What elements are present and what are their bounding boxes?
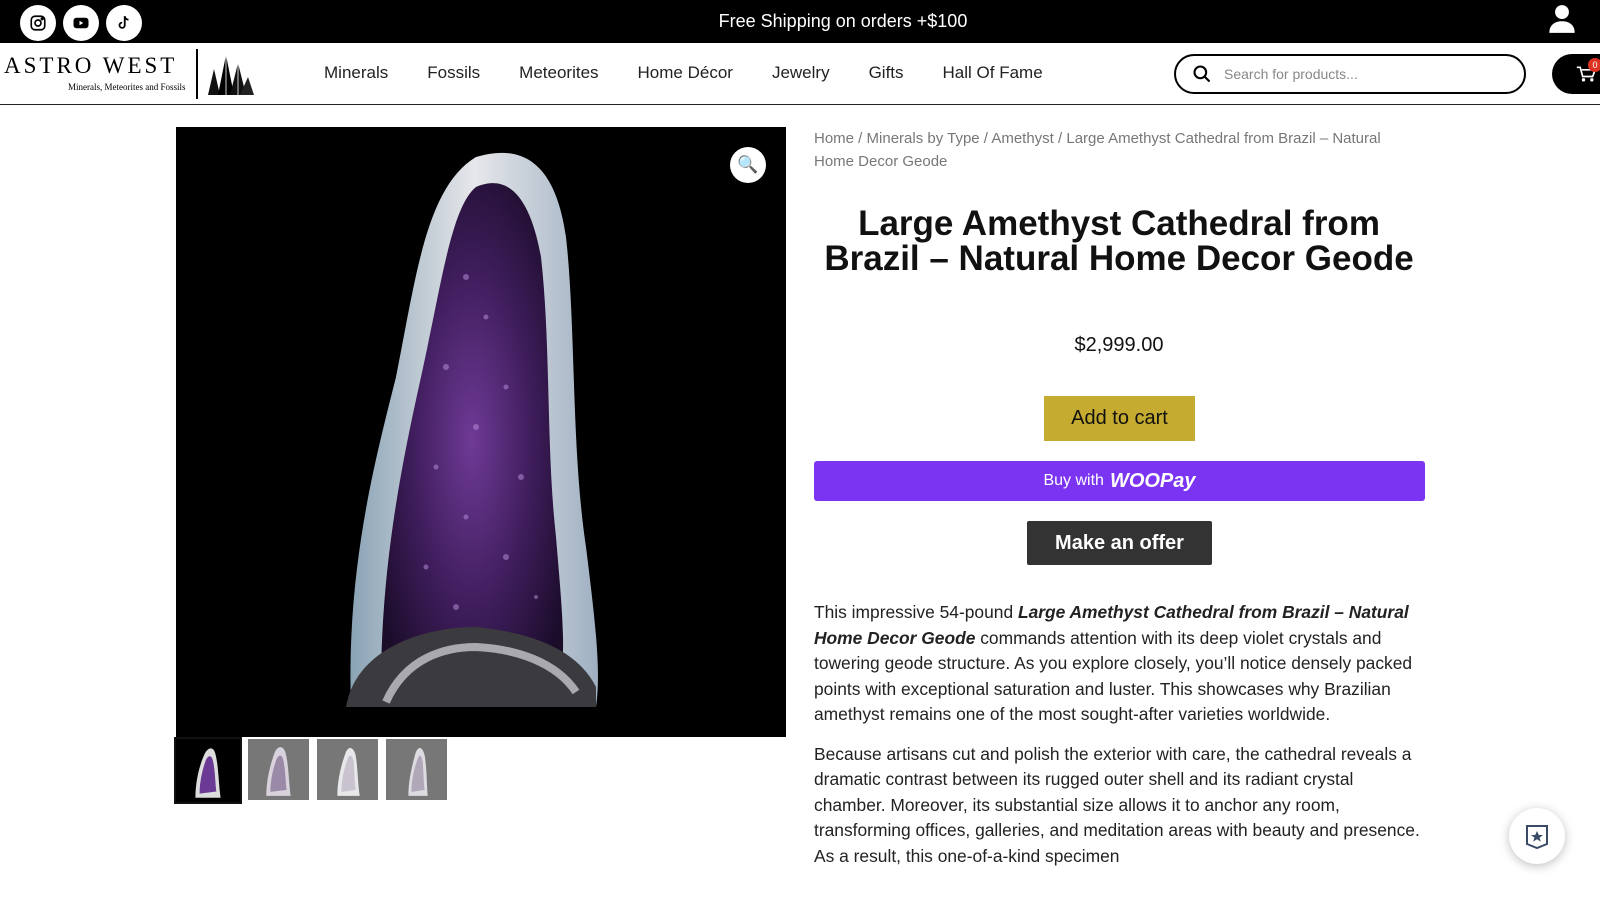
top-bar: Free Shipping on orders +$100	[0, 0, 1600, 43]
description-paragraph-1: This impressive 54-pound Large Amethyst …	[814, 600, 1424, 728]
cart-button[interactable]: 0	[1552, 54, 1600, 94]
product-title: Large Amethyst Cathedral from Brazil – N…	[824, 204, 1414, 278]
nav-jewelry[interactable]: Jewelry	[772, 63, 830, 83]
thumbnail-2[interactable]	[248, 739, 309, 800]
nav-gifts[interactable]: Gifts	[869, 63, 904, 83]
breadcrumb: Home / Minerals by Type / Amethyst / Lar…	[814, 130, 1381, 170]
search-input[interactable]	[1224, 66, 1504, 82]
breadcrumb-home[interactable]: Home	[814, 130, 854, 147]
main-nav: Minerals Fossils Meteorites Home Décor J…	[324, 63, 1043, 83]
search-icon[interactable]	[1192, 64, 1212, 84]
logo-divider	[196, 49, 198, 99]
logo-tagline: Minerals, Meteorites and Fossils	[68, 82, 186, 92]
add-to-cart-button[interactable]: Add to cart	[1044, 396, 1195, 441]
nav-home-decor[interactable]: Home Décor	[638, 63, 733, 83]
cart-count-badge: 0	[1588, 58, 1600, 72]
chat-badge-icon	[1526, 825, 1548, 850]
site-logo[interactable]: ASTRO WEST Minerals, Meteorites and Foss…	[4, 49, 254, 99]
woopay-logo: WOOPay	[1109, 469, 1196, 492]
product-main-image[interactable]	[176, 127, 786, 737]
nav-fossils[interactable]: Fossils	[427, 63, 480, 83]
nav-minerals[interactable]: Minerals	[324, 63, 388, 83]
thumbnail-4[interactable]	[386, 739, 447, 800]
shipping-banner: Free Shipping on orders +$100	[718, 11, 968, 31]
chat-widget-button[interactable]	[1509, 808, 1565, 864]
nav-hall-of-fame[interactable]: Hall Of Fame	[943, 63, 1043, 83]
breadcrumb-minerals-by-type[interactable]: Minerals by Type	[867, 130, 980, 147]
product-price: $2,999.00	[1074, 334, 1164, 356]
desc-p1-before: This impressive 54-pound	[814, 602, 1018, 622]
thumbnail-1[interactable]	[174, 737, 242, 804]
thumbnail-3[interactable]	[317, 739, 378, 800]
zoom-icon: 🔍	[737, 155, 759, 174]
user-icon[interactable]	[1548, 4, 1576, 34]
thumbnail-strip	[174, 737, 447, 804]
product-description: This impressive 54-pound Large Amethyst …	[814, 600, 1424, 883]
make-offer-button[interactable]: Make an offer	[1027, 521, 1212, 565]
search-bar	[1174, 54, 1526, 94]
breadcrumb-amethyst[interactable]: Amethyst	[991, 130, 1054, 147]
description-paragraph-2: Because artisans cut and polish the exte…	[814, 743, 1420, 866]
site-header: ASTRO WEST Minerals, Meteorites and Foss…	[0, 43, 1600, 105]
nav-meteorites[interactable]: Meteorites	[519, 63, 598, 83]
zoom-button[interactable]: 🔍	[730, 147, 766, 183]
crystal-logo-icon	[208, 55, 254, 95]
logo-text: ASTRO WEST	[4, 53, 178, 78]
woopay-prefix: Buy with	[1043, 472, 1104, 489]
woopay-button[interactable]: Buy with WOOPay	[814, 461, 1425, 501]
